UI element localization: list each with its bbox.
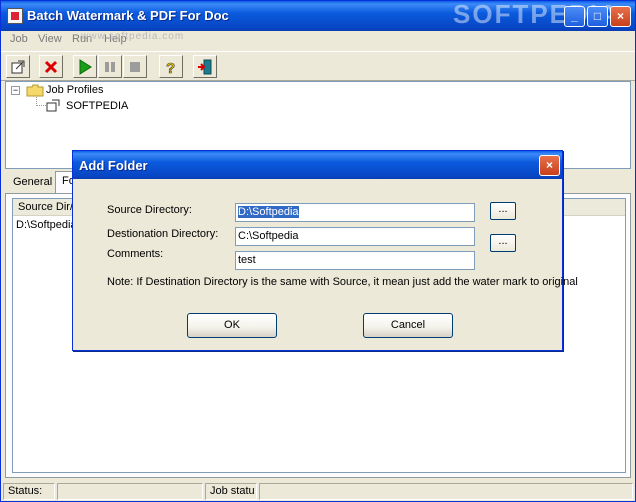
pause-icon [105,62,115,72]
destination-directory-field[interactable]: C:\Softpedia [235,227,475,246]
menu-view[interactable]: View [38,33,62,45]
delete-icon [44,60,58,74]
profile-icon [46,99,60,112]
job-status-label: Job statu [205,483,257,500]
source-directory-field[interactable]: D:\Softpedia [235,203,475,222]
add-folder-dialog: Add Folder × Source Directory: D:\Softpe… [72,150,578,351]
tree-connector [36,105,46,106]
new-job-button[interactable] [6,55,30,78]
status-bar: Status: Job statu [1,481,635,501]
svg-text:?: ? [166,60,175,75]
exit-button[interactable] [193,55,217,78]
source-directory-label: Source Directory: [107,204,192,216]
tab-general[interactable]: General [7,173,58,193]
folder-icon [26,84,44,97]
app-icon [7,8,23,24]
window-title: Batch Watermark & PDF For Doc [27,8,229,23]
pause-button[interactable] [98,55,122,78]
new-job-icon [11,60,25,74]
dialog-title: Add Folder [79,158,148,173]
source-browse-button[interactable]: ... [490,202,516,220]
ok-button[interactable]: OK [187,313,277,338]
job-status-value [259,483,633,500]
softpedia-watermark: www.softpedia.com [81,31,185,42]
status-label: Status: [3,483,55,500]
destination-directory-label: Destionation Directory: [107,228,219,240]
dialog-title-bar[interactable]: Add Folder × [73,151,562,179]
cancel-button[interactable]: Cancel [363,313,453,338]
minimize-button[interactable]: _ [564,6,585,27]
dialog-note: Note: If Destination Directory is the sa… [107,276,578,288]
maximize-button[interactable]: □ [587,6,608,27]
stop-icon [130,62,140,72]
dialog-close-button[interactable]: × [539,155,560,176]
tree-item-softpedia[interactable]: SOFTPEDIA [66,100,128,112]
run-button[interactable] [73,55,97,78]
menu-job[interactable]: Job [10,33,28,45]
tree-root-label[interactable]: Job Profiles [46,84,103,96]
column-source-dir[interactable]: Source Dir/F [18,201,80,213]
list-item[interactable]: D:\Softpedia [16,219,77,231]
title-bar[interactable]: Batch Watermark & PDF For Doc SOFTPEDIA … [1,0,635,31]
help-icon: ? [166,60,176,75]
close-button[interactable]: × [610,6,631,27]
delete-button[interactable] [39,55,63,78]
comments-label: Comments: [107,248,164,260]
toolbar: ? [1,51,635,81]
destination-browse-button[interactable]: ... [490,234,516,252]
source-directory-value: D:\Softpedia [238,206,299,218]
comments-field[interactable]: test [235,251,475,270]
exit-icon [198,59,212,75]
status-value [57,483,203,500]
tree-collapse-toggle[interactable]: − [11,86,20,95]
help-button[interactable]: ? [159,55,183,78]
stop-button[interactable] [123,55,147,78]
run-icon [79,59,92,75]
